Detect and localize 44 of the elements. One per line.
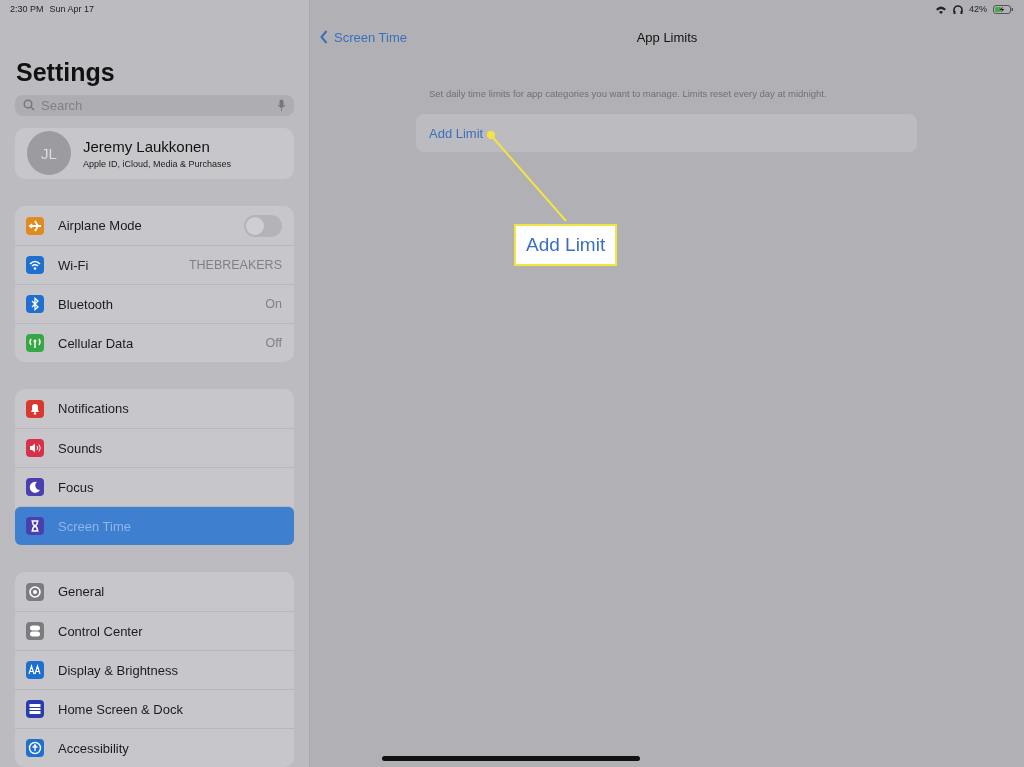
- row-label: Display & Brightness: [58, 662, 179, 678]
- row-label: Focus: [58, 479, 95, 495]
- search-icon: [23, 99, 35, 112]
- row-label: Notifications: [58, 401, 130, 416]
- battery-percentage: 42%: [969, 4, 987, 14]
- headphones-icon: [953, 4, 963, 14]
- sidebar-title: Settings: [15, 58, 116, 87]
- row-label: General: [58, 584, 106, 599]
- settings-row[interactable]: Home Screen & Dock: [15, 689, 294, 728]
- chevron-left-icon: [320, 30, 328, 44]
- wifi-icon: [935, 4, 947, 14]
- settings-row[interactable]: Sounds: [15, 428, 294, 467]
- profile-subtitle: Apple ID, iCloud, Media & Purchases: [83, 158, 232, 169]
- settings-row[interactable]: Airplane Mode: [15, 206, 294, 245]
- profile-card[interactable]: JL Jeremy Laukkonen Apple ID, iCloud, Media & Purchases: [15, 127, 294, 179]
- row-label: Control Center: [58, 623, 144, 639]
- avatar: JL: [27, 131, 71, 176]
- row-label: Bluetooth: [58, 296, 114, 312]
- status-date: Sun Apr 17: [49, 4, 95, 14]
- row-value: On: [265, 297, 282, 311]
- settings-row[interactable]: General: [15, 572, 294, 611]
- row-label: Airplane Mode: [58, 218, 143, 233]
- row-label: Home Screen & Dock: [58, 701, 184, 717]
- row-label: Accessibility: [58, 740, 130, 756]
- row-label: Sounds: [58, 440, 104, 456]
- row-label: Cellular Data: [58, 335, 135, 351]
- toggle-switch[interactable]: [244, 214, 282, 237]
- settings-row[interactable]: Accessibility: [15, 728, 294, 767]
- description-text: Set daily time limits for app categories you want to manage. Limits reset every day at midnight.: [428, 88, 828, 99]
- settings-row[interactable]: Bluetooth On: [15, 284, 294, 323]
- row-value: Off: [265, 336, 282, 350]
- row-label: Wi-Fi: [58, 257, 90, 273]
- settings-row[interactable]: Wi-Fi THEBREAKERS: [15, 245, 294, 284]
- settings-row[interactable]: Cellular Data Off: [15, 323, 294, 362]
- settings-row[interactable]: Display & Brightness: [15, 650, 294, 689]
- profile-name: Jeremy Laukkonen: [83, 137, 211, 155]
- microphone-icon: [277, 99, 286, 112]
- row-value: THEBREAKERS: [188, 258, 282, 272]
- page-title: App Limits: [635, 29, 699, 45]
- row-label: Screen Time: [58, 518, 132, 534]
- callout-label: Add Limit: [514, 224, 618, 266]
- status-time: 2:30 PM: [10, 4, 44, 14]
- settings-row[interactable]: Notifications: [15, 389, 294, 428]
- settings-row[interactable]: Control Center: [15, 611, 294, 650]
